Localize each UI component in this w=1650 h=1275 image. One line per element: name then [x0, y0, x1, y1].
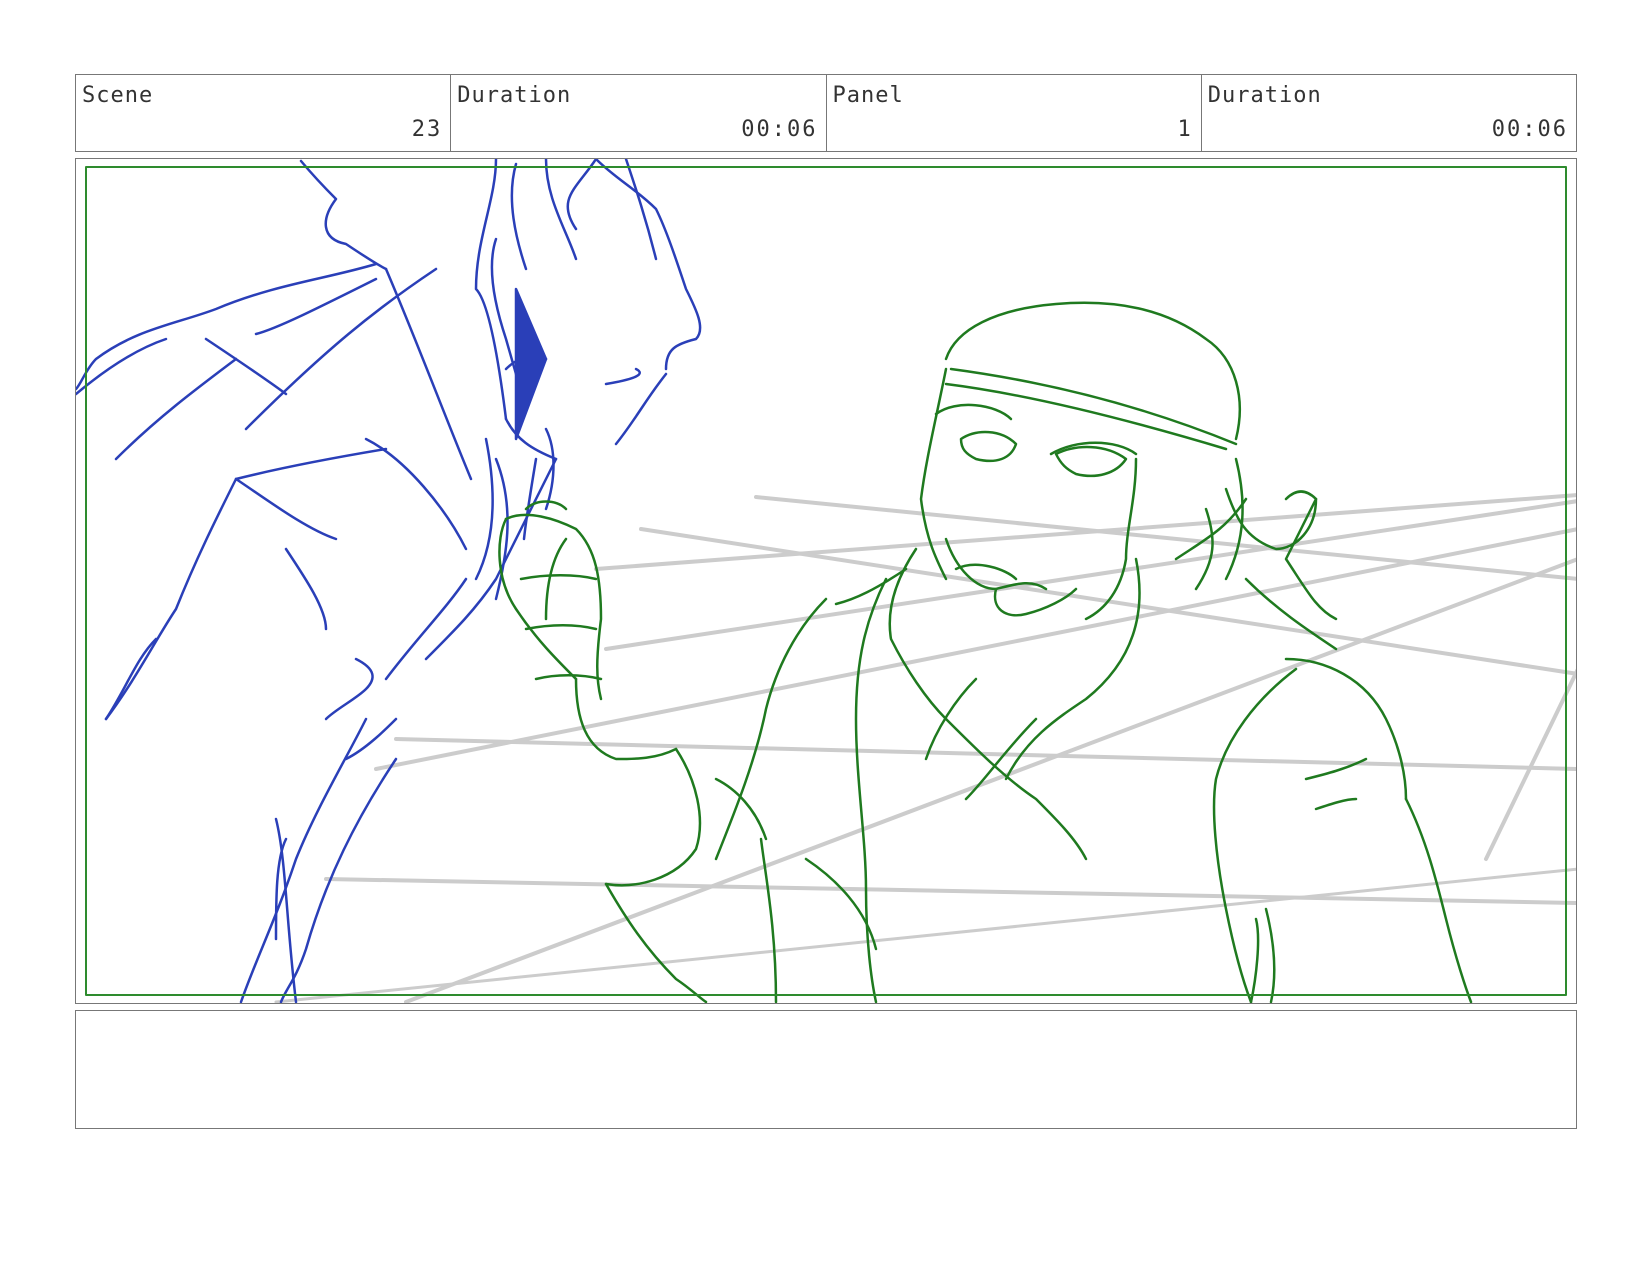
scene-duration-label: Duration: [457, 83, 572, 108]
panel-duration-value: 00:06: [1491, 117, 1568, 142]
panel-value: 1: [1177, 117, 1193, 142]
panel-duration-cell: Duration 00:06: [1202, 75, 1576, 151]
panel-info-header: Scene 23 Duration 00:06 Panel 1 Duration…: [75, 74, 1577, 152]
panel-cell: Panel 1: [827, 75, 1202, 151]
scene-duration-value: 00:06: [741, 117, 818, 142]
storyboard-sketch: [76, 159, 1576, 1003]
panel-duration-label: Duration: [1207, 83, 1322, 108]
left-character-sketch: [76, 159, 702, 1003]
scene-label: Scene: [82, 83, 154, 108]
scene-value: 23: [411, 117, 443, 142]
panel-notes[interactable]: [75, 1010, 1577, 1129]
background-grid: [274, 493, 1576, 1003]
storyboard-panel: [75, 158, 1577, 1004]
scene-duration-cell: Duration 00:06: [451, 75, 827, 151]
panel-label: Panel: [832, 83, 904, 108]
scene-cell: Scene 23: [76, 75, 452, 151]
